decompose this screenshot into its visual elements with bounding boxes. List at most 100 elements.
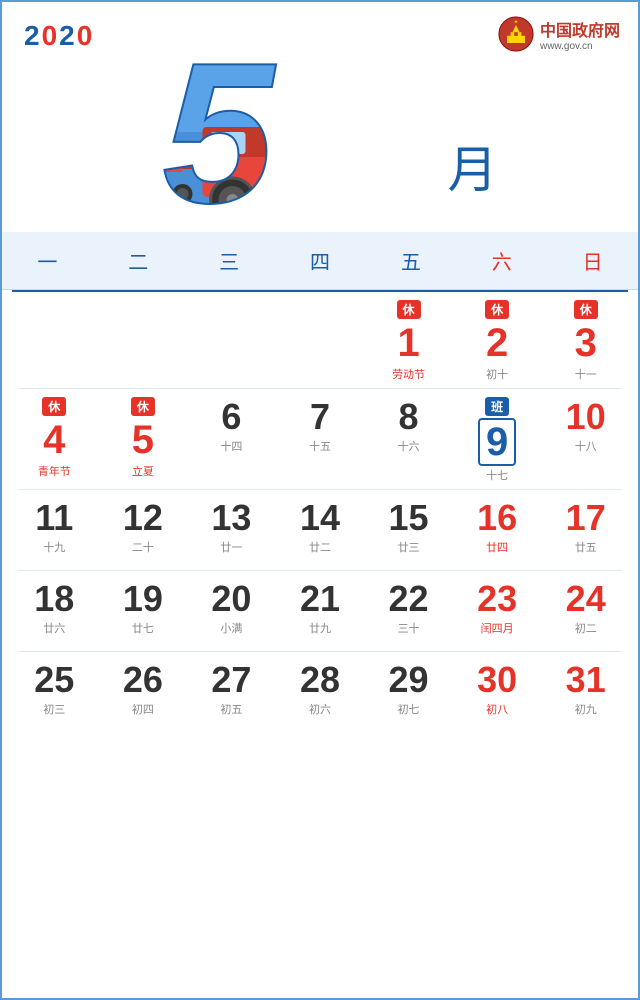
lunar-21: 廿九 [309, 620, 331, 636]
day-6: 6 十四 [187, 389, 276, 489]
weekday-fri: 五 [365, 242, 456, 279]
day-num-28: 28 [300, 660, 340, 700]
empty-cell [99, 292, 188, 388]
day-num-13: 13 [211, 498, 251, 538]
rest-badge-4: 休 [42, 397, 66, 416]
lunar-7: 十五 [309, 438, 331, 454]
day-13: 13 廿一 [187, 490, 276, 570]
year-logo: 2020 [24, 20, 94, 52]
empty-cell [187, 292, 276, 388]
day-12: 12 二十 [99, 490, 188, 570]
lunar-13: 廿一 [220, 539, 242, 555]
day-23: 23 闰四月 [453, 571, 542, 651]
day-num-11: 11 [35, 498, 73, 538]
day-24: 24 初二 [541, 571, 630, 651]
lunar-9: 十七 [486, 467, 508, 483]
day-29: 29 初七 [364, 652, 453, 732]
lunar-31: 初九 [575, 701, 597, 717]
weekday-sun: 日 [547, 242, 638, 279]
day-14: 14 廿二 [276, 490, 365, 570]
day-19: 19 廿七 [99, 571, 188, 651]
day-num-18: 18 [34, 579, 74, 619]
gov-text-block: 中国政府网 www.gov.cn [540, 17, 620, 52]
lunar-19: 廿七 [132, 620, 154, 636]
day-num-27: 27 [211, 660, 251, 700]
day-10: 10 十八 [541, 389, 630, 489]
day-num-30: 30 [477, 660, 517, 700]
month-char: 月 [448, 130, 498, 202]
day-num-16: 16 [477, 498, 517, 538]
day-3: 休 3 十一 [541, 292, 630, 388]
day-num-21: 21 [300, 579, 340, 619]
week-2: 休 4 青年节 休 5 立夏 6 十四 7 十五 8 十六 班 9 十七 [10, 389, 630, 489]
lunar-18: 廿六 [43, 620, 65, 636]
week-5: 25 初三 26 初四 27 初五 28 初六 29 初七 30 初八 31 初… [10, 652, 630, 732]
lunar-8: 十六 [398, 438, 420, 454]
weekday-sat: 六 [456, 242, 547, 279]
weekday-wed: 三 [184, 242, 275, 279]
day-16: 16 廿四 [453, 490, 542, 570]
day-num-26: 26 [123, 660, 163, 700]
day-num-17: 17 [566, 498, 606, 538]
day-4: 休 4 青年节 [10, 389, 99, 489]
lunar-30: 初八 [486, 701, 508, 717]
day-num-8: 8 [399, 397, 419, 437]
lunar-1: 劳动节 [392, 366, 425, 382]
lunar-16: 廿四 [486, 539, 508, 555]
weekday-tue: 二 [93, 242, 184, 279]
day-2: 休 2 初十 [453, 292, 542, 388]
lunar-29: 初七 [398, 701, 420, 717]
empty-cell [276, 292, 365, 388]
day-num-25: 25 [34, 660, 74, 700]
lunar-3: 十一 [575, 366, 597, 382]
lunar-5: 立夏 [132, 463, 154, 479]
weekday-header: 一 二 三 四 五 六 日 [2, 232, 638, 290]
weekday-thu: 四 [275, 242, 366, 279]
day-31: 31 初九 [541, 652, 630, 732]
day-num-31: 31 [566, 660, 606, 700]
day-30: 30 初八 [453, 652, 542, 732]
day-num-20: 20 [211, 579, 251, 619]
lunar-6: 十四 [220, 438, 242, 454]
lunar-27: 初五 [220, 701, 242, 717]
day-28: 28 初六 [276, 652, 365, 732]
work-badge-9: 班 [485, 397, 509, 416]
lunar-23: 闰四月 [481, 620, 514, 636]
month-illustration: 5 5 [143, 12, 443, 222]
lunar-20: 小满 [220, 620, 242, 636]
year-logo-text: 2020 [24, 20, 94, 51]
day-8: 8 十六 [364, 389, 453, 489]
day-num-24: 24 [566, 579, 606, 619]
day-num-23: 23 [477, 579, 517, 619]
day-num-7: 7 [310, 397, 330, 437]
day-num-29: 29 [389, 660, 429, 700]
lunar-24: 初二 [575, 620, 597, 636]
lunar-10: 十八 [575, 438, 597, 454]
gov-url-label: www.gov.cn [540, 41, 593, 52]
day-18: 18 廿六 [10, 571, 99, 651]
day-27: 27 初五 [187, 652, 276, 732]
lunar-2: 初十 [486, 366, 508, 382]
gov-emblem-icon [498, 16, 534, 52]
lunar-26: 初四 [132, 701, 154, 717]
gov-logo: 中国政府网 www.gov.cn [498, 16, 620, 52]
day-15: 15 廿三 [364, 490, 453, 570]
svg-text:5: 5 [163, 22, 277, 222]
day-1: 休 1 劳动节 [364, 292, 453, 388]
day-21: 21 廿九 [276, 571, 365, 651]
day-17: 17 廿五 [541, 490, 630, 570]
week-4: 18 廿六 19 廿七 20 小满 21 廿九 22 三十 23 闰四月 24 … [10, 571, 630, 651]
lunar-12: 二十 [132, 539, 154, 555]
day-num-9: 9 [478, 418, 516, 466]
day-20: 20 小满 [187, 571, 276, 651]
day-num-14: 14 [300, 498, 340, 538]
day-num-15: 15 [389, 498, 429, 538]
calendar-header: 2020 中国政府网 www.gov.cn 5 [2, 2, 638, 232]
day-num-4: 4 [43, 418, 65, 462]
day-26: 26 初四 [99, 652, 188, 732]
day-num-10: 10 [566, 397, 606, 437]
rest-badge-3: 休 [574, 300, 598, 319]
lunar-17: 廿五 [575, 539, 597, 555]
lunar-25: 初三 [43, 701, 65, 717]
empty-cell [10, 292, 99, 388]
